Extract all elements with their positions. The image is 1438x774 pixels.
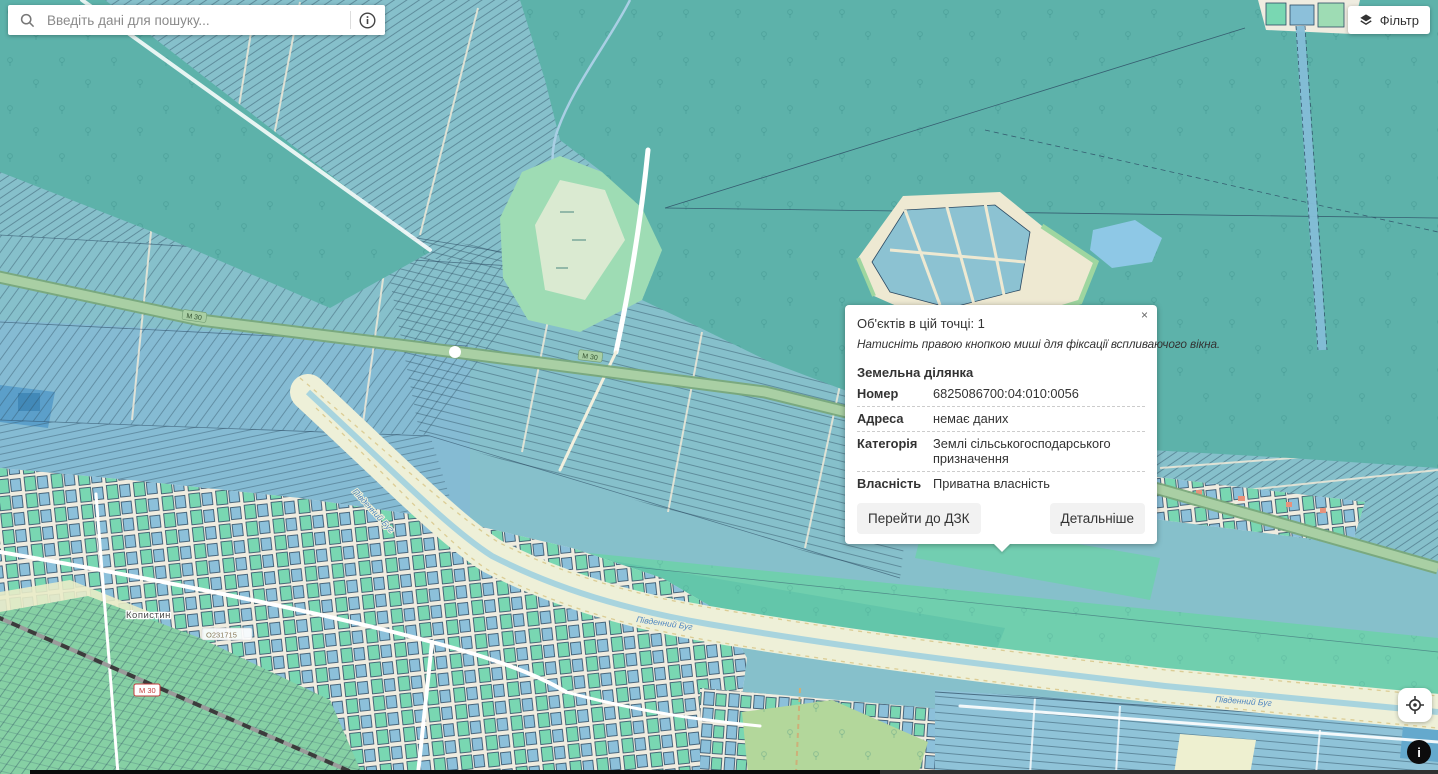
field-row-address: Адреса немає даних [857, 407, 1145, 432]
search-input[interactable] [45, 12, 342, 29]
map-canvas[interactable]: М 30 М 30 М 30 Південний Буг Південний Б… [0, 0, 1438, 774]
bottom-strip-right [880, 770, 1438, 774]
filter-button-label: Фільтр [1380, 13, 1419, 28]
parcel-ownership-value: Приватна власність [933, 476, 1145, 491]
road-ref-label: О231715 [202, 628, 252, 640]
popup-hint: Натисніть правою кнопкою миші для фіксац… [857, 337, 1145, 351]
popup-buttons: Перейти до ДЗК Детальніше [857, 503, 1145, 534]
attribution-i: i [1417, 745, 1421, 760]
popup-tail [993, 543, 1011, 552]
parcel-number-value: 6825086700:04:010:0056 [933, 386, 1145, 401]
parcel-popup: × Об'єктів в цій точці: 1 Натисніть прав… [845, 305, 1157, 544]
app-root: М 30 М 30 М 30 Південний Буг Південний Б… [0, 0, 1438, 774]
svg-text:О231715: О231715 [206, 631, 237, 640]
field-row-category: Категорія Землі сільськогосподарського п… [857, 432, 1145, 472]
attribution-toggle[interactable]: i [1407, 740, 1431, 764]
field-row-number: Номер 6825086700:04:010:0056 [857, 382, 1145, 407]
popup-title: Об'єктів в цій точці: 1 [857, 316, 1145, 331]
village-label: Копистин [126, 610, 171, 621]
locate-button[interactable] [1398, 688, 1432, 722]
details-button[interactable]: Детальніше [1050, 503, 1145, 534]
layers-diamond-icon [1359, 13, 1373, 27]
filter-button[interactable]: Фільтр [1348, 6, 1430, 34]
search-info-icon[interactable] [359, 12, 376, 29]
svg-text:М 30: М 30 [139, 686, 156, 695]
parcel-address-value: немає даних [933, 411, 1145, 426]
popup-section-title: Земельна ділянка [857, 365, 1145, 380]
close-icon[interactable]: × [1141, 309, 1148, 321]
bottom-strip-left [30, 770, 880, 774]
field-row-ownership: Власність Приватна власність [857, 472, 1145, 496]
search-bar [8, 5, 385, 35]
highway-shield: М 30 [134, 684, 160, 696]
search-icon [20, 13, 35, 28]
search-divider [350, 11, 351, 29]
crosshair-target-icon [1405, 695, 1425, 715]
goto-dzk-button[interactable]: Перейти до ДЗК [857, 503, 981, 534]
parcel-category-value: Землі сільськогосподарського призначення [933, 436, 1145, 466]
